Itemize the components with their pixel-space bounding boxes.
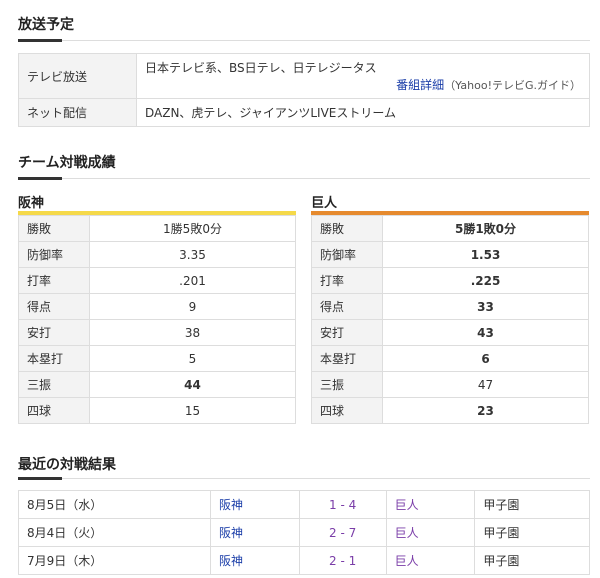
result-row: 8月4日（火） 阪神 2 - 7 巨人 甲子園 [18, 518, 590, 547]
stat-label: 本塁打 [18, 345, 90, 372]
stat-value: 5勝1敗0分 [382, 215, 589, 242]
tv-detail-line: 番組詳細（Yahoo!テレビG.ガイド） [145, 76, 581, 93]
stat-label: 四球 [18, 397, 90, 424]
results-title-rule [18, 477, 590, 480]
result-date: 7月9日（木） [18, 546, 211, 575]
stat-label: 打率 [311, 267, 383, 294]
stat-value: 47 [382, 371, 589, 398]
stat-row: 四球 23 [311, 397, 589, 424]
program-detail-note: （Yahoo!テレビG.ガイド） [444, 79, 581, 92]
stat-row: 打率 .225 [311, 267, 589, 294]
stat-label: 得点 [18, 293, 90, 320]
result-away-team: 巨人 [385, 490, 476, 519]
stat-label: 勝敗 [18, 215, 90, 242]
stats-table-hanshin: 勝敗 1勝5敗0分 防御率 3.35 打率 .201 得点 9 安打 38 本塁打 5 三振 44 四球 15 [18, 215, 296, 424]
result-score: 2 - 1 [298, 546, 387, 575]
results-table: 8月5日（水） 阪神 1 - 4 巨人 甲子園 8月4日（火） 阪神 2 - 7 巨人 甲子園 7月… [18, 490, 590, 575]
result-row: 8月5日（水） 阪神 1 - 4 巨人 甲子園 [18, 490, 590, 519]
stats-table-giants: 勝敗 5勝1敗0分 防御率 1.53 打率 .225 得点 33 安打 43 本塁打 6 三振 47 四球 2… [311, 215, 589, 424]
stat-label: 安打 [311, 319, 383, 346]
stat-label: 四球 [311, 397, 383, 424]
broadcast-label-tv: テレビ放送 [18, 53, 137, 99]
stat-value: 6 [382, 345, 589, 372]
broadcast-section-title: 放送予定 [18, 17, 74, 33]
result-score: 2 - 7 [298, 518, 387, 547]
stat-value: 1.53 [382, 241, 589, 268]
stat-row: 打率 .201 [18, 267, 296, 294]
program-detail-link[interactable]: 番組詳細 [396, 78, 444, 92]
stat-row: 安打 43 [311, 319, 589, 346]
stat-label: 安打 [18, 319, 90, 346]
record-title-rule [18, 177, 590, 180]
result-home-team-link[interactable]: 阪神 [219, 554, 243, 568]
stat-label: 三振 [311, 371, 383, 398]
broadcast-table: テレビ放送 日本テレビ系、BS日テレ、日テレジータス 番組詳細（Yahoo!テレ… [18, 53, 590, 127]
stat-row: 勝敗 1勝5敗0分 [18, 215, 296, 242]
stat-value: 38 [89, 319, 296, 346]
result-row: 7月9日（木） 阪神 2 - 1 巨人 甲子園 [18, 546, 590, 575]
stat-row: 防御率 3.35 [18, 241, 296, 268]
stat-row: 得点 9 [18, 293, 296, 320]
broadcast-title-rule [18, 39, 590, 42]
result-date: 8月5日（水） [18, 490, 211, 519]
stat-row: 安打 38 [18, 319, 296, 346]
broadcast-value-net: DAZN、虎テレ、ジャイアンツLIVEストリーム [136, 98, 590, 127]
stat-value: 5 [89, 345, 296, 372]
result-away-team: 巨人 [385, 518, 476, 547]
stat-value: .225 [382, 267, 589, 294]
broadcast-row-tv: テレビ放送 日本テレビ系、BS日テレ、日テレジータス 番組詳細（Yahoo!テレ… [18, 53, 590, 99]
stat-value: 43 [382, 319, 589, 346]
record-section-title: チーム対戦成績 [18, 155, 116, 171]
broadcast-row-net: ネット配信 DAZN、虎テレ、ジャイアンツLIVEストリーム [18, 98, 590, 127]
results-section-title: 最近の対戦結果 [18, 457, 116, 473]
stat-row: 本塁打 6 [311, 345, 589, 372]
stat-value: 44 [89, 371, 296, 398]
result-home-team: 阪神 [210, 490, 300, 519]
result-home-team: 阪神 [210, 546, 300, 575]
team-name-giants: 巨人 [311, 196, 338, 211]
result-home-team-link[interactable]: 阪神 [219, 498, 243, 512]
broadcast-label-net: ネット配信 [18, 98, 137, 127]
stat-value: 15 [89, 397, 296, 424]
result-venue: 甲子園 [474, 546, 590, 575]
stat-row: 得点 33 [311, 293, 589, 320]
result-venue: 甲子園 [474, 518, 590, 547]
broadcast-value-tv: 日本テレビ系、BS日テレ、日テレジータス 番組詳細（Yahoo!テレビG.ガイド… [136, 53, 590, 99]
stat-value: 33 [382, 293, 589, 320]
stat-label: 防御率 [311, 241, 383, 268]
result-venue: 甲子園 [474, 490, 590, 519]
stat-label: 三振 [18, 371, 90, 398]
stat-value: 9 [89, 293, 296, 320]
result-date: 8月4日（火） [18, 518, 211, 547]
result-away-team-link[interactable]: 巨人 [395, 526, 419, 540]
stat-row: 防御率 1.53 [311, 241, 589, 268]
result-home-team: 阪神 [210, 518, 300, 547]
stat-row: 三振 47 [311, 371, 589, 398]
result-score: 1 - 4 [298, 490, 387, 519]
result-home-team-link[interactable]: 阪神 [219, 526, 243, 540]
result-away-team-link[interactable]: 巨人 [395, 554, 419, 568]
stat-row: 三振 44 [18, 371, 296, 398]
stat-row: 本塁打 5 [18, 345, 296, 372]
result-away-team-link[interactable]: 巨人 [395, 498, 419, 512]
stat-value: .201 [89, 267, 296, 294]
stat-value: 1勝5敗0分 [89, 215, 296, 242]
stat-label: 得点 [311, 293, 383, 320]
stat-label: 打率 [18, 267, 90, 294]
stat-label: 勝敗 [311, 215, 383, 242]
stat-value: 23 [382, 397, 589, 424]
stat-label: 本塁打 [311, 345, 383, 372]
tv-channels: 日本テレビ系、BS日テレ、日テレジータス [145, 61, 377, 75]
team-name-hanshin: 阪神 [18, 196, 45, 211]
stat-row: 勝敗 5勝1敗0分 [311, 215, 589, 242]
stat-row: 四球 15 [18, 397, 296, 424]
stat-value: 3.35 [89, 241, 296, 268]
stat-label: 防御率 [18, 241, 90, 268]
result-away-team: 巨人 [385, 546, 476, 575]
